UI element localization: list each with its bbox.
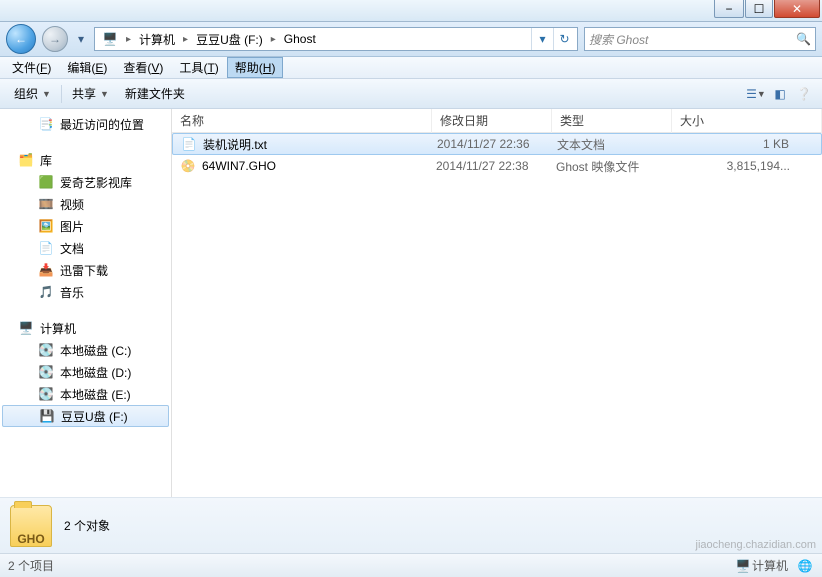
sidebar-recent-places[interactable]: 📑最近访问的位置	[0, 113, 171, 135]
status-computer: 计算机	[752, 557, 788, 574]
menu-help[interactable]: 帮助(H)	[227, 57, 284, 78]
menu-edit[interactable]: 编辑(E)	[59, 57, 115, 78]
chevron-icon[interactable]: ▸	[180, 34, 191, 45]
forward-button[interactable]: →	[42, 26, 68, 52]
address-dropdown[interactable]: ▾	[531, 28, 553, 50]
sidebar-library-item[interactable]: 🎵音乐	[0, 281, 171, 303]
chevron-icon[interactable]: ▸	[123, 34, 134, 45]
breadcrumb-item[interactable]: 计算机	[134, 28, 180, 50]
menu-file[interactable]: 文件(F)	[4, 57, 59, 78]
titlebar: − ☐ ✕	[0, 0, 822, 22]
music-icon: 🎵	[38, 284, 54, 300]
file-list-pane: 名称 修改日期 类型 大小 📄装机说明.txt 2014/11/27 22:36…	[172, 109, 822, 497]
separator	[61, 85, 62, 103]
libraries-icon: 🗂️	[18, 152, 34, 168]
column-type[interactable]: 类型	[552, 109, 672, 133]
minimize-button[interactable]: −	[714, 0, 744, 18]
sidebar-drive[interactable]: 💽本地磁盘 (E:)	[0, 383, 171, 405]
chevron-down-icon: ▼	[100, 89, 109, 99]
video-icon: 🎞️	[38, 196, 54, 212]
new-folder-button[interactable]: 新建文件夹	[117, 81, 193, 106]
maximize-button[interactable]: ☐	[745, 0, 773, 18]
network-icon: 🌐	[796, 558, 814, 574]
file-row[interactable]: 📄装机说明.txt 2014/11/27 22:36 文本文档 1 KB	[172, 133, 822, 155]
gho-file-icon: 📀	[180, 158, 196, 174]
refresh-button[interactable]: ↻	[553, 28, 575, 50]
status-bar: 2 个项目 🖥️ 计算机 🌐	[0, 553, 822, 577]
back-button[interactable]: ←	[6, 24, 36, 54]
navigation-tree[interactable]: 📑最近访问的位置 🗂️库 🟩爱奇艺影视库 🎞️视频 🖼️图片 📄文档 📥迅雷下载…	[0, 109, 172, 497]
computer-icon: 🖥️	[18, 320, 34, 336]
arrow-left-icon: ←	[15, 32, 27, 46]
details-count: 2 个对象	[64, 517, 110, 534]
sidebar-library-item[interactable]: 🟩爱奇艺影视库	[0, 171, 171, 193]
drive-icon: 💽	[38, 386, 54, 402]
drive-icon: 💽	[38, 342, 54, 358]
minimize-icon: −	[725, 2, 732, 16]
search-icon: 🔍	[796, 32, 811, 46]
organize-button[interactable]: 组织 ▼	[6, 81, 59, 106]
text-file-icon: 📄	[181, 136, 197, 152]
close-button[interactable]: ✕	[774, 0, 820, 18]
computer-icon: 🖥️	[734, 558, 752, 574]
search-placeholder: 搜索 Ghost	[589, 31, 648, 48]
maximize-icon: ☐	[754, 2, 765, 16]
share-button[interactable]: 共享 ▼	[64, 81, 117, 106]
menubar: 文件(F) 编辑(E) 查看(V) 工具(T) 帮助(H)	[0, 57, 822, 79]
menu-tools[interactable]: 工具(T)	[171, 57, 226, 78]
status-item-count: 2 个项目	[8, 557, 54, 574]
breadcrumb-item[interactable]: 豆豆U盘 (F:)	[191, 28, 268, 50]
sidebar-drive[interactable]: 💽本地磁盘 (D:)	[0, 361, 171, 383]
pictures-icon: 🖼️	[38, 218, 54, 234]
column-size[interactable]: 大小	[672, 109, 822, 133]
sidebar-library-item[interactable]: 🖼️图片	[0, 215, 171, 237]
computer-icon: 🖥️	[102, 31, 118, 47]
folder-icon: GHO	[10, 505, 52, 547]
sidebar-drive[interactable]: 💽本地磁盘 (C:)	[0, 339, 171, 361]
menu-view[interactable]: 查看(V)	[115, 57, 171, 78]
chevron-down-icon: ▼	[42, 89, 51, 99]
sidebar-library-item[interactable]: 🎞️视频	[0, 193, 171, 215]
sidebar-library-item[interactable]: 📄文档	[0, 237, 171, 259]
toolbar: 组织 ▼ 共享 ▼ 新建文件夹 ☰ ▼ ◧ ❔	[0, 79, 822, 109]
file-list[interactable]: 📄装机说明.txt 2014/11/27 22:36 文本文档 1 KB 📀64…	[172, 133, 822, 497]
close-icon: ✕	[792, 2, 802, 16]
nav-history-dropdown[interactable]: ▾	[74, 30, 88, 48]
view-options-button[interactable]: ☰ ▼	[744, 83, 768, 105]
drive-icon: 💽	[38, 364, 54, 380]
sidebar-drive-selected[interactable]: 💾豆豆U盘 (F:)	[2, 405, 169, 427]
chevron-icon[interactable]: ▸	[268, 34, 279, 45]
usb-icon: 💾	[39, 408, 55, 424]
sidebar-computer[interactable]: 🖥️计算机	[0, 317, 171, 339]
column-name[interactable]: 名称	[172, 109, 432, 133]
help-button[interactable]: ❔	[792, 83, 816, 105]
breadcrumb-item[interactable]: Ghost	[279, 28, 321, 50]
video-icon: 🟩	[38, 174, 54, 190]
sidebar-libraries[interactable]: 🗂️库	[0, 149, 171, 171]
column-date[interactable]: 修改日期	[432, 109, 552, 133]
recent-icon: 📑	[38, 116, 54, 132]
sidebar-library-item[interactable]: 📥迅雷下载	[0, 259, 171, 281]
address-bar[interactable]: 🖥️ ▸ 计算机 ▸ 豆豆U盘 (F:) ▸ Ghost ▾ ↻	[94, 27, 578, 51]
column-headers: 名称 修改日期 类型 大小	[172, 109, 822, 133]
documents-icon: 📄	[38, 240, 54, 256]
breadcrumb-computer[interactable]: 🖥️	[97, 28, 123, 50]
arrow-right-icon: →	[49, 32, 61, 46]
file-row[interactable]: 📀64WIN7.GHO 2014/11/27 22:38 Ghost 映像文件 …	[172, 155, 822, 177]
preview-pane-button[interactable]: ◧	[768, 83, 792, 105]
details-pane: GHO 2 个对象	[0, 497, 822, 553]
navbar: ← → ▾ 🖥️ ▸ 计算机 ▸ 豆豆U盘 (F:) ▸ Ghost ▾ ↻ 搜…	[0, 22, 822, 57]
search-input[interactable]: 搜索 Ghost 🔍	[584, 27, 816, 51]
download-icon: 📥	[38, 262, 54, 278]
chevron-down-icon: ▼	[757, 89, 766, 99]
